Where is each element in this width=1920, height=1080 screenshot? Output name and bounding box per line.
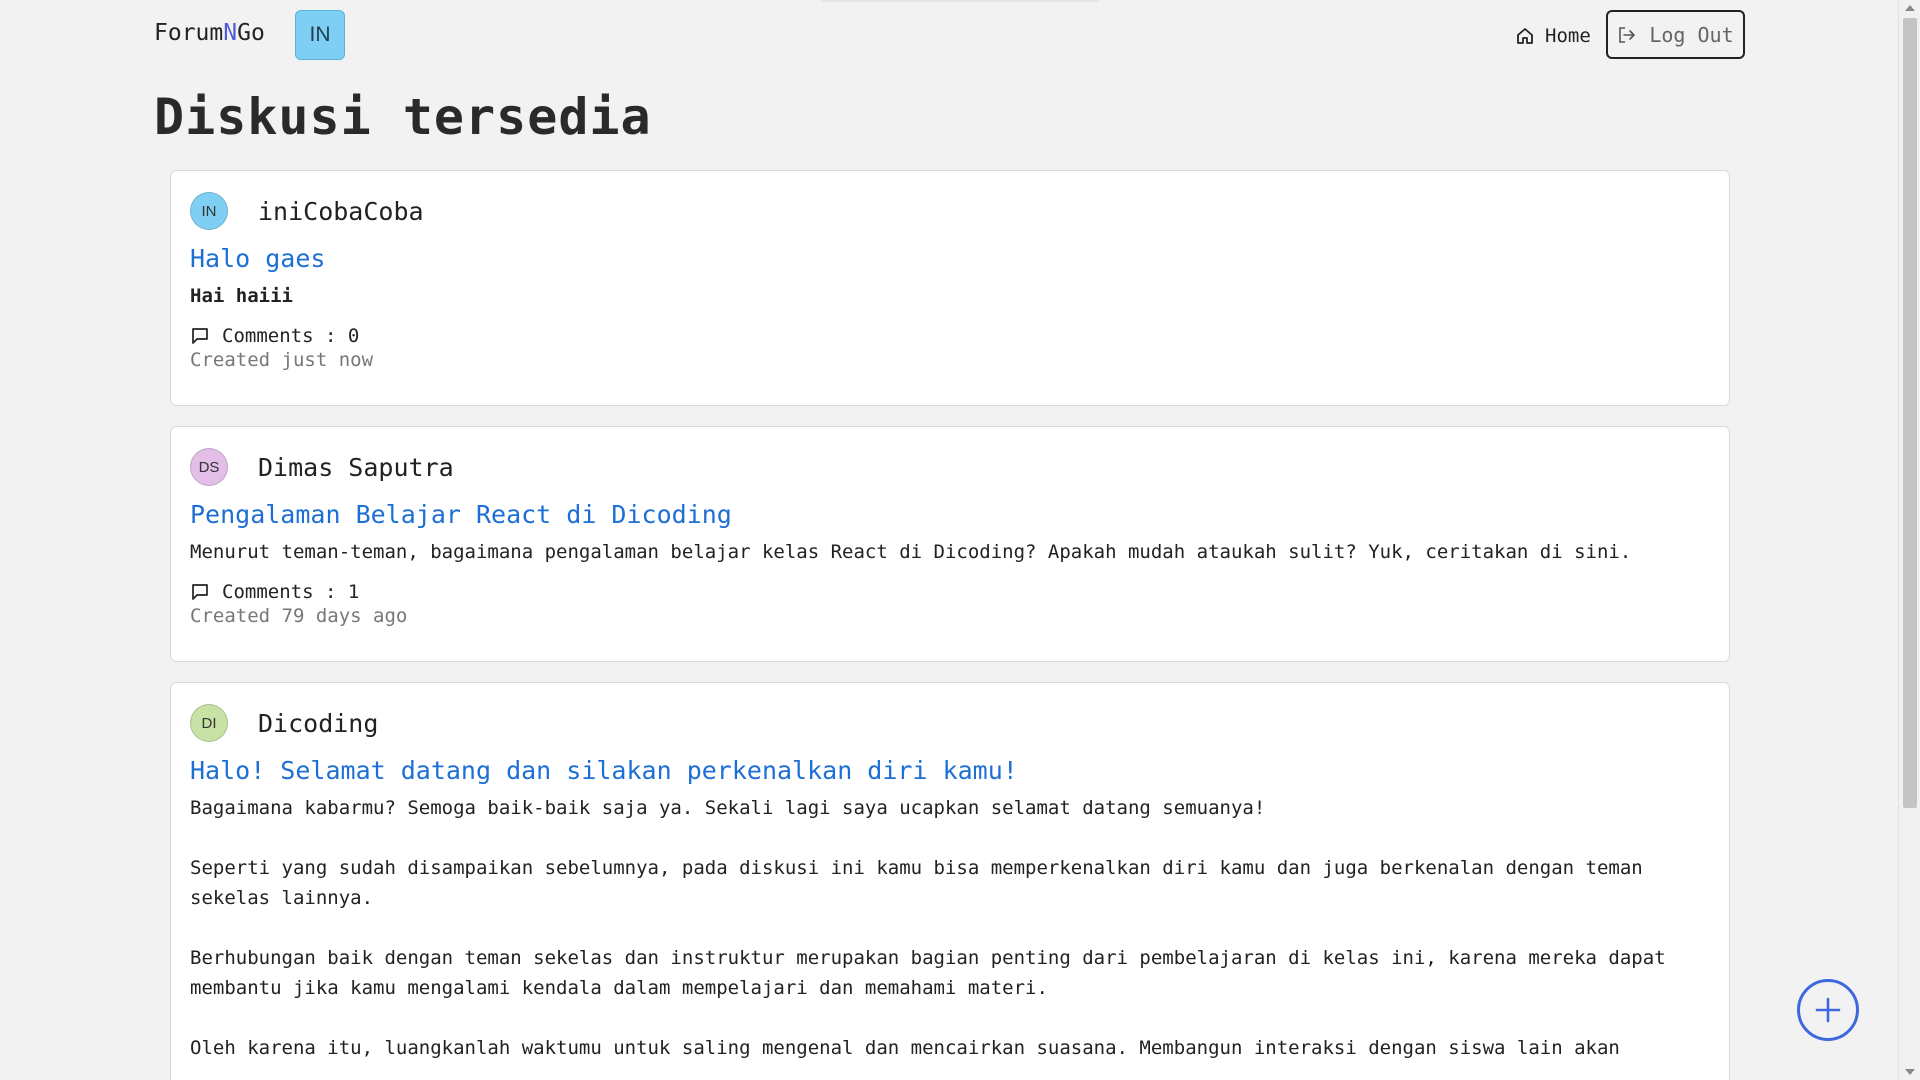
thread-author: IN iniCobaCoba — [190, 191, 1710, 231]
created-time: Created 79 days ago — [190, 605, 408, 627]
thread-card: DS Dimas Saputra Pengalaman Belajar Reac… — [170, 426, 1730, 662]
vertical-scrollbar[interactable] — [1898, 0, 1920, 1080]
thread-body: Menurut teman-teman, bagaimana pengalama… — [190, 541, 1632, 563]
author-name: Dicoding — [258, 708, 379, 738]
home-link[interactable]: Home — [1515, 23, 1591, 49]
home-label: Home — [1545, 25, 1591, 47]
page-title: Diskusi tersedia — [154, 88, 652, 146]
page: ForumNGo IN Home Log Out Diskusi tersedi… — [0, 0, 1920, 1080]
logout-label: Log Out — [1649, 22, 1734, 47]
thread-body: Hai haiii — [190, 285, 293, 307]
author-name: iniCobaCoba — [258, 196, 424, 226]
brand-suffix: Go — [237, 20, 265, 46]
comments-label: Comments : 1 — [222, 581, 360, 603]
thread-author: DS Dimas Saputra — [190, 447, 1710, 487]
header: ForumNGo IN Home Log Out — [0, 0, 1898, 72]
comment-icon — [192, 328, 208, 344]
author-avatar: DI — [190, 704, 228, 742]
scrollbar-thumb[interactable] — [1903, 18, 1917, 808]
created-time: Created just now — [190, 349, 374, 371]
user-avatar[interactable]: IN — [295, 10, 345, 60]
thread-card: IN iniCobaCoba Halo gaes Hai haiii Comme… — [170, 170, 1730, 406]
author-name: Dimas Saputra — [258, 452, 454, 482]
thread-body: Bagaimana kabarmu? Semoga baik-baik saja… — [190, 797, 1666, 1059]
author-avatar: IN — [190, 192, 228, 230]
thread-card: DI Dicoding Halo! Selamat datang dan sil… — [170, 682, 1730, 1080]
comment-icon — [192, 584, 208, 600]
logout-icon — [1619, 26, 1636, 43]
thread-title-link[interactable]: Halo! Selamat datang dan silakan perkena… — [190, 756, 1018, 785]
thread-list: IN iniCobaCoba Halo gaes Hai haiii Comme… — [170, 170, 1730, 1080]
thread-title-link[interactable]: Pengalaman Belajar React di Dicoding — [190, 500, 732, 529]
brand-logo[interactable]: ForumNGo — [154, 20, 265, 46]
author-avatar: DS — [190, 448, 228, 486]
thread-title-link[interactable]: Halo gaes — [190, 244, 325, 273]
home-icon — [1517, 28, 1533, 44]
logout-button[interactable]: Log Out — [1606, 10, 1745, 59]
brand-prefix: Forum — [154, 20, 224, 46]
brand-accent: N — [223, 20, 238, 46]
scroll-down-arrow-icon[interactable] — [1905, 1069, 1915, 1075]
comments-label: Comments : 0 — [222, 325, 360, 347]
scroll-up-arrow-icon[interactable] — [1905, 5, 1915, 11]
comments-count[interactable]: Comments : 1 — [190, 581, 359, 603]
thread-author: DI Dicoding — [190, 703, 1710, 743]
add-thread-button[interactable] — [1797, 979, 1859, 1041]
comments-count[interactable]: Comments : 0 — [190, 325, 359, 347]
plus-icon — [1815, 997, 1841, 1023]
